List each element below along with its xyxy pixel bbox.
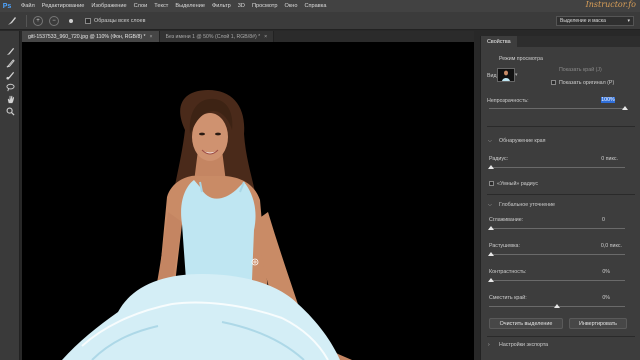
zoom-icon[interactable]: [0, 105, 20, 117]
radius-slider-handle[interactable]: [488, 165, 494, 169]
smart-radius-label: «Умный» радиус: [497, 181, 539, 187]
menu-layers[interactable]: Слои: [134, 3, 148, 9]
shift-edge-slider-handle[interactable]: [554, 304, 560, 308]
menu-filter[interactable]: Фильтр: [212, 3, 231, 9]
menu-bar: Ps Файл Редактирование Изображение Слои …: [0, 0, 640, 12]
subtract-from-selection-icon[interactable]: −: [49, 15, 59, 26]
section-divider: [487, 126, 635, 127]
menu-help[interactable]: Справка: [304, 3, 326, 9]
menu-type[interactable]: Текст: [154, 3, 168, 9]
contrast-label: Контрастность:: [489, 269, 527, 275]
brush-tool-icon[interactable]: [0, 69, 20, 81]
menu-edit[interactable]: Редактирование: [42, 3, 85, 9]
feather-slider-handle[interactable]: [488, 252, 494, 256]
contrast-slider-track[interactable]: [489, 280, 625, 281]
chevron-down-icon[interactable]: ⌵: [488, 138, 492, 144]
brush-icon[interactable]: [0, 45, 20, 57]
feather-value[interactable]: 0,0 пикс.: [582, 243, 622, 249]
feather-slider-track[interactable]: [489, 254, 625, 255]
opacity-value[interactable]: 100%: [601, 97, 615, 103]
section-divider: [487, 336, 635, 337]
section-divider: [487, 194, 635, 195]
chevron-down-icon[interactable]: ▾: [515, 72, 518, 78]
tools-panel: [0, 31, 20, 360]
figure-thumbnail-icon: [502, 70, 510, 81]
menu-window[interactable]: Окно: [284, 3, 297, 9]
workspace-select[interactable]: Выделение и маска ▾: [556, 16, 634, 26]
contrast-slider-handle[interactable]: [488, 278, 494, 282]
radius-value[interactable]: 0 пикс.: [578, 156, 618, 162]
smooth-label: Сглаживание:: [489, 217, 524, 223]
menu-image[interactable]: Изображение: [91, 3, 126, 9]
invert-button[interactable]: Инвертировать: [569, 318, 627, 329]
add-to-selection-icon[interactable]: +: [33, 15, 43, 26]
smooth-value[interactable]: 0: [565, 217, 605, 223]
hand-icon[interactable]: [0, 93, 20, 105]
document-tabs: gitl-1537533_960_720.jpg @ 110% (Фон, RG…: [22, 31, 474, 42]
menu-select[interactable]: Выделение: [175, 3, 205, 9]
brush-size-icon[interactable]: [65, 15, 77, 27]
options-bar: + − Образцы всех слоев Выделение и маска…: [0, 12, 640, 30]
contrast-value[interactable]: 0%: [570, 269, 610, 275]
output-settings-title[interactable]: Настройки экспорта: [499, 342, 548, 348]
tab-document-2[interactable]: Без имени 1 @ 50% (Слой 1, RGB/8#) * ×: [159, 31, 275, 42]
chevron-down-icon: ▾: [627, 18, 630, 24]
clear-selection-button[interactable]: Очистить выделение: [489, 318, 563, 329]
properties-tab-bar: Свойства: [481, 36, 640, 47]
options-divider: [26, 14, 27, 27]
global-refinements-title[interactable]: Глобальное уточнение: [499, 202, 555, 208]
radius-label: Радиус:: [489, 156, 509, 162]
chevron-down-icon[interactable]: ⌵: [488, 202, 492, 208]
properties-panel: Свойства Режим просмотра Вид: ▾ Показать…: [480, 36, 640, 360]
opacity-slider-handle[interactable]: [622, 106, 628, 110]
lasso-icon[interactable]: [0, 81, 20, 93]
show-edge-label: Показать край (J): [559, 67, 602, 73]
edge-detection-title[interactable]: Обнаружение края: [499, 138, 546, 144]
feather-label: Растушевка:: [489, 243, 520, 249]
tab-label: Без имени 1 @ 50% (Слой 1, RGB/8#) *: [165, 33, 261, 40]
menu-view[interactable]: Просмотр: [252, 3, 278, 9]
menu-file[interactable]: Файл: [21, 3, 35, 9]
opacity-slider-track[interactable]: [489, 108, 625, 109]
shift-edge-value[interactable]: 0%: [570, 295, 610, 301]
smooth-slider-handle[interactable]: [488, 226, 494, 230]
tool-preset-brush-icon[interactable]: [6, 15, 18, 27]
smart-radius-checkbox[interactable]: [489, 181, 494, 186]
tab-label: gitl-1537533_960_720.jpg @ 110% (Фон, RG…: [28, 33, 146, 40]
view-mode-thumbnail[interactable]: [497, 68, 515, 82]
opacity-label: Непрозрачность:: [487, 98, 529, 104]
refine-edge-brush-icon[interactable]: [0, 57, 20, 69]
menu-3d[interactable]: 3D: [238, 3, 245, 9]
sample-all-layers-label: Образцы всех слоев: [94, 17, 146, 24]
chevron-right-icon[interactable]: ›: [488, 342, 490, 348]
show-original-checkbox[interactable]: [551, 80, 556, 85]
shift-edge-label: Сместить край:: [489, 295, 527, 301]
subject-image: [62, 90, 352, 360]
watermark: Instructor.fo: [585, 0, 636, 9]
tab-properties[interactable]: Свойства: [481, 36, 517, 47]
tab-document-1[interactable]: gitl-1537533_960_720.jpg @ 110% (Фон, RG…: [22, 31, 160, 42]
photoshop-logo[interactable]: Ps: [0, 0, 14, 12]
close-icon[interactable]: ×: [150, 34, 153, 40]
workspace-select-value: Выделение и маска: [560, 18, 606, 24]
view-mode-title: Режим просмотра: [499, 56, 543, 62]
sample-all-layers-checkbox[interactable]: [85, 17, 91, 24]
show-original-label: Показать оригинал (P): [559, 80, 615, 86]
close-icon[interactable]: ×: [264, 34, 267, 40]
smooth-slider-track[interactable]: [489, 228, 625, 229]
radius-slider-track[interactable]: [489, 167, 625, 168]
document-canvas[interactable]: [22, 42, 474, 360]
